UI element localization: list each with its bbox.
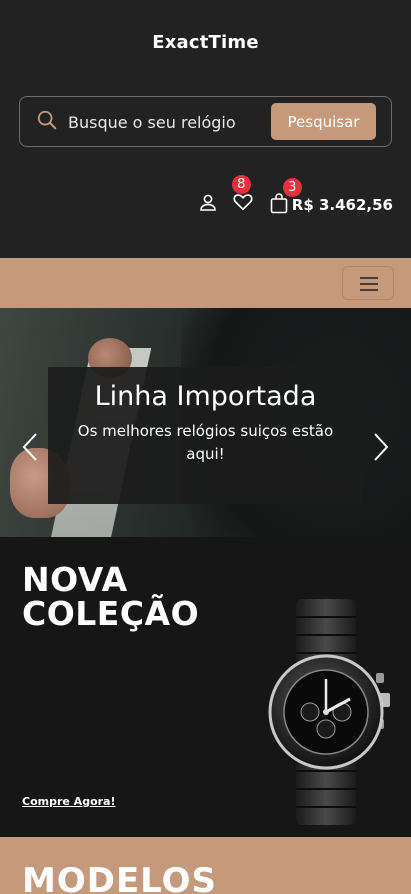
search-button[interactable]: Pesquisar	[271, 103, 376, 140]
promo-title: NOVA COLEÇÃO	[22, 560, 200, 633]
cart-count-badge: 3	[282, 178, 302, 197]
favorites-count-badge: 8	[231, 174, 251, 194]
carousel-caption: Linha Importada Os melhores relógios sui…	[48, 367, 363, 504]
chevron-right-icon[interactable]	[372, 432, 390, 462]
user-icon[interactable]	[198, 193, 218, 213]
site-header: ExactTime Pesquisar 8 3 R$ 3.462,56	[0, 0, 411, 258]
chevron-left-icon[interactable]	[21, 432, 39, 462]
favorites-button[interactable]: 8	[231, 174, 270, 218]
brand-logo[interactable]: ExactTime	[0, 32, 411, 53]
heart-icon	[233, 193, 253, 210]
shopping-bag-icon	[270, 193, 288, 214]
hamburger-menu-button[interactable]	[342, 266, 394, 300]
navbar	[0, 258, 411, 308]
watch-image	[268, 599, 390, 825]
search-icon	[37, 110, 57, 130]
header-actions: 8 3 R$ 3.462,56	[198, 174, 393, 220]
cart-total: R$ 3.462,56	[291, 196, 393, 214]
new-collection-banner: NOVA COLEÇÃO Compre Agora!	[0, 537, 411, 837]
search-bar: Pesquisar	[19, 96, 392, 147]
models-title: MODELOS	[22, 861, 218, 894]
cart-button[interactable]: 3 R$ 3.462,56	[270, 178, 393, 214]
models-section: MODELOS	[0, 837, 411, 894]
search-input[interactable]	[68, 105, 268, 139]
hero-carousel: Linha Importada Os melhores relógios sui…	[0, 308, 411, 537]
shop-now-link[interactable]: Compre Agora!	[22, 795, 116, 808]
carousel-title: Linha Importada	[94, 381, 317, 412]
carousel-text: Os melhores relógios suiços estão aqui!	[77, 422, 334, 463]
